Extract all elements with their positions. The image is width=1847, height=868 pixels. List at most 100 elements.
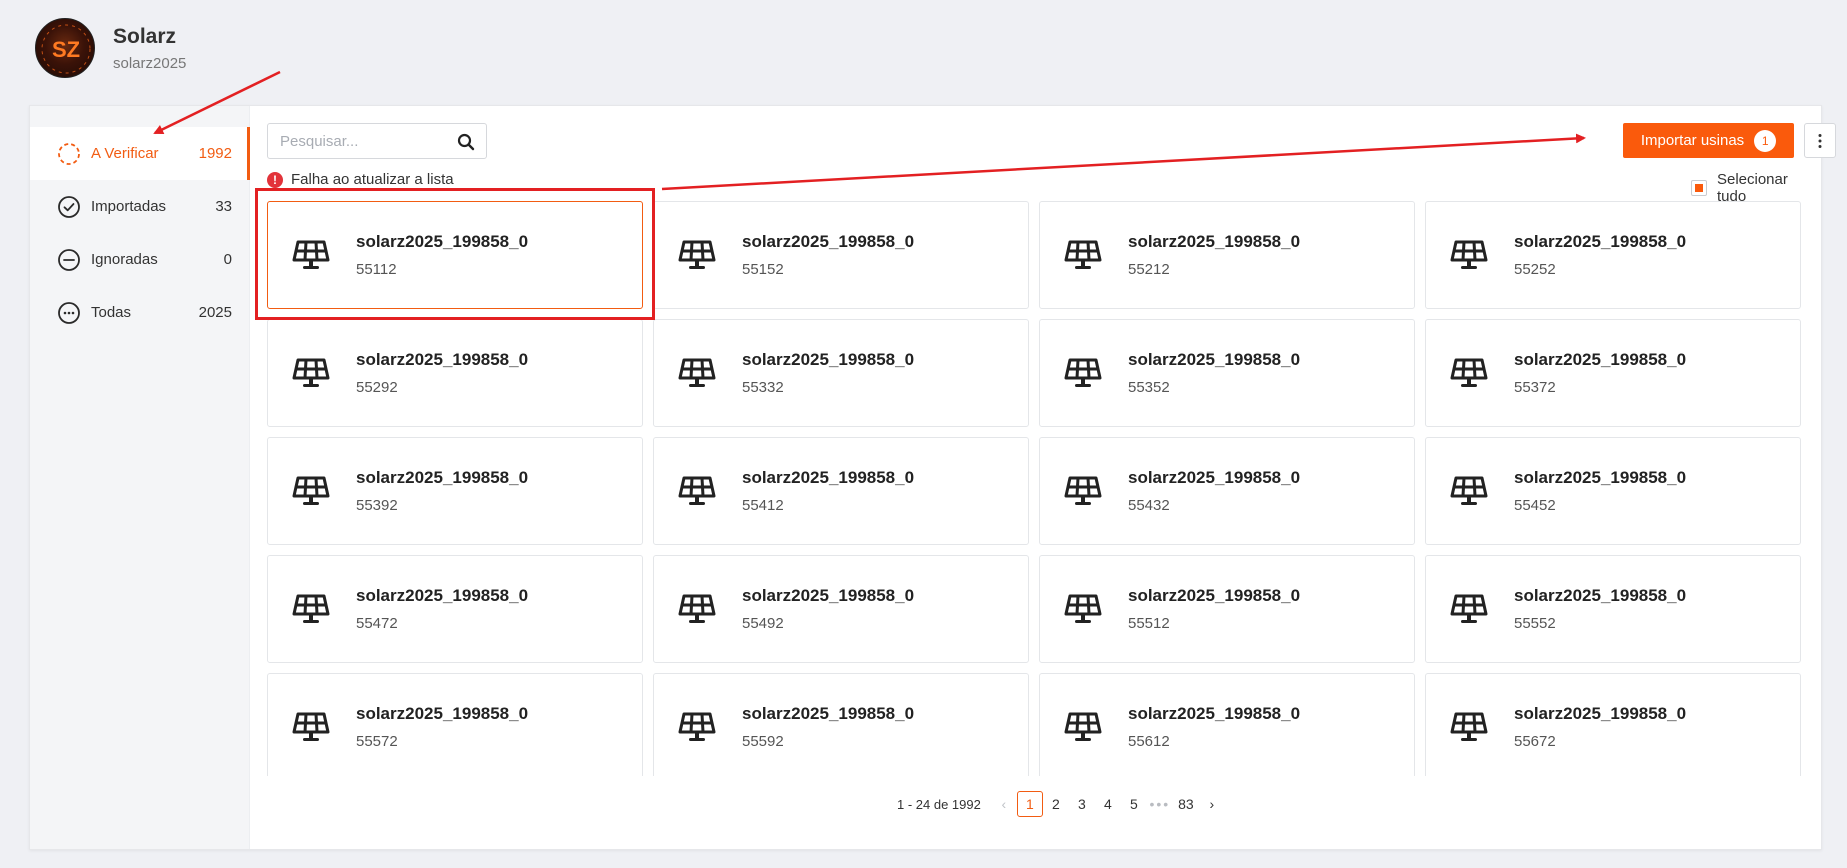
sidebar-item-count: 1992 — [198, 145, 232, 162]
solar-panel-icon — [292, 710, 330, 744]
pagination-ellipsis[interactable]: ••• — [1147, 791, 1173, 817]
vertical-dots-icon — [1818, 133, 1822, 148]
plants-grid: solarz2025_199858_0 55112 solarz2025_19985… — [267, 201, 1837, 776]
plant-id: 55292 — [356, 379, 398, 396]
pagination-total: 1 - 24 de 1992 — [897, 796, 981, 812]
error-text: Falha ao atualizar a lista — [291, 171, 454, 188]
plant-info: solarz2025_199858_0 55612 — [1128, 704, 1300, 750]
page-button-3[interactable]: 3 — [1069, 791, 1095, 817]
solar-panel-icon — [1450, 238, 1488, 272]
username: solarz2025 — [113, 54, 187, 72]
dots-circle-icon — [57, 301, 81, 325]
check-circle-icon — [57, 195, 81, 219]
plant-card[interactable]: solarz2025_199858_0 55372 — [1425, 319, 1801, 427]
plant-info: solarz2025_199858_0 55252 — [1514, 232, 1686, 278]
page-button-2[interactable]: 2 — [1043, 791, 1069, 817]
plant-card[interactable]: solarz2025_199858_0 55292 — [267, 319, 643, 427]
solar-panel-icon — [292, 356, 330, 390]
plant-info: solarz2025_199858_0 55492 — [742, 586, 914, 632]
brand-logo: SZ — [35, 18, 95, 78]
plant-card[interactable]: solarz2025_199858_0 55412 — [653, 437, 1029, 545]
plant-name: solarz2025_199858_0 — [1128, 350, 1301, 369]
plant-id: 55252 — [1514, 261, 1556, 278]
plant-id: 55212 — [1128, 261, 1170, 278]
next-page-button[interactable]: › — [1199, 791, 1225, 817]
pagination: 1 - 24 de 1992 ‹ 1 2 3 4 5 ••• 83 › — [897, 791, 1225, 817]
sidebar-item-todas[interactable]: Todas 2025 — [30, 286, 249, 339]
sidebar-item-importadas[interactable]: Importadas 33 — [30, 180, 249, 233]
import-plants-button[interactable]: Importar usinas 1 — [1623, 123, 1794, 158]
plant-info: solarz2025_199858_0 55372 — [1514, 350, 1686, 396]
plant-card[interactable]: solarz2025_199858_0 55252 — [1425, 201, 1801, 309]
solar-panel-icon — [678, 592, 716, 626]
solar-panel-icon — [1450, 592, 1488, 626]
plant-card[interactable]: solarz2025_199858_0 55592 — [653, 673, 1029, 776]
plant-info: solarz2025_199858_0 55292 — [356, 350, 528, 396]
search-icon[interactable] — [456, 132, 476, 152]
plant-name: solarz2025_199858_0 — [1514, 586, 1687, 605]
plant-card[interactable]: solarz2025_199858_0 55672 — [1425, 673, 1801, 776]
plant-name: solarz2025_199858_0 — [1514, 350, 1687, 369]
plant-info: solarz2025_199858_0 55552 — [1514, 586, 1686, 632]
plant-info: solarz2025_199858_0 55452 — [1514, 468, 1686, 514]
plant-info: solarz2025_199858_0 55392 — [356, 468, 528, 514]
plant-name: solarz2025_199858_0 — [1128, 704, 1301, 723]
plant-name: solarz2025_199858_0 — [742, 232, 915, 251]
page-button-4[interactable]: 4 — [1095, 791, 1121, 817]
plant-name: solarz2025_199858_0 — [1514, 704, 1687, 723]
more-options-button[interactable] — [1804, 123, 1836, 158]
solar-panel-icon — [1450, 356, 1488, 390]
plant-id: 55472 — [356, 615, 398, 632]
plant-id: 55432 — [1128, 497, 1170, 514]
brand-name: Solarz — [113, 24, 177, 48]
select-all-checkbox[interactable]: Selecionar tudo — [1691, 171, 1821, 205]
plant-card[interactable]: solarz2025_199858_0 55432 — [1039, 437, 1415, 545]
app-header: SZ Solarz solarz2025 — [35, 16, 186, 80]
plant-card[interactable]: solarz2025_199858_0 55552 — [1425, 555, 1801, 663]
solar-panel-icon — [1450, 474, 1488, 508]
plant-card[interactable]: solarz2025_199858_0 55452 — [1425, 437, 1801, 545]
plant-name: solarz2025_199858_0 — [1514, 468, 1687, 487]
plant-id: 55552 — [1514, 615, 1556, 632]
search-input[interactable] — [268, 132, 438, 150]
sidebar-item-label: Ignoradas — [91, 251, 158, 268]
solar-panel-icon — [1064, 592, 1102, 626]
plant-name: solarz2025_199858_0 — [356, 468, 529, 487]
plant-id: 55612 — [1128, 733, 1170, 750]
plant-name: solarz2025_199858_0 — [1514, 232, 1687, 251]
plant-card[interactable]: solarz2025_199858_0 55472 — [267, 555, 643, 663]
plant-info: solarz2025_199858_0 55672 — [1514, 704, 1686, 750]
plant-card[interactable]: solarz2025_199858_0 55332 — [653, 319, 1029, 427]
plant-info: solarz2025_199858_0 55572 — [356, 704, 528, 750]
solar-panel-icon — [292, 238, 330, 272]
dashed-circle-icon — [57, 142, 81, 166]
solar-panel-icon — [678, 710, 716, 744]
plant-info: solarz2025_199858_0 55112 — [356, 232, 528, 278]
plant-card[interactable]: solarz2025_199858_0 55212 — [1039, 201, 1415, 309]
plant-card[interactable]: solarz2025_199858_0 55392 — [267, 437, 643, 545]
sidebar-item-a-verificar[interactable]: A Verificar 1992 — [30, 127, 250, 180]
plant-id: 55512 — [1128, 615, 1170, 632]
plant-name: solarz2025_199858_0 — [1128, 232, 1301, 251]
plant-card[interactable]: solarz2025_199858_0 55352 — [1039, 319, 1415, 427]
plant-info: solarz2025_199858_0 55592 — [742, 704, 914, 750]
plant-id: 55592 — [742, 733, 784, 750]
plant-name: solarz2025_199858_0 — [742, 586, 915, 605]
sidebar-item-label: Todas — [91, 304, 132, 321]
page-button-5[interactable]: 5 — [1121, 791, 1147, 817]
page-button-1[interactable]: 1 — [1016, 791, 1043, 817]
plant-card[interactable]: solarz2025_199858_0 55152 — [653, 201, 1029, 309]
sidebar-item-ignoradas[interactable]: Ignoradas 0 — [30, 233, 249, 286]
sidebar-item-label: Importadas — [91, 198, 167, 215]
plant-card[interactable]: solarz2025_199858_0 55112 — [267, 201, 643, 309]
plant-card[interactable]: solarz2025_199858_0 55572 — [267, 673, 643, 776]
prev-page-button[interactable]: ‹ — [991, 791, 1017, 817]
sidebar-item-count: 2025 — [198, 304, 232, 321]
import-count-badge: 1 — [1754, 129, 1777, 152]
plant-card[interactable]: solarz2025_199858_0 55492 — [653, 555, 1029, 663]
plant-card[interactable]: solarz2025_199858_0 55512 — [1039, 555, 1415, 663]
plant-card[interactable]: solarz2025_199858_0 55612 — [1039, 673, 1415, 776]
plant-id: 55392 — [356, 497, 398, 514]
page-button-last[interactable]: 83 — [1173, 791, 1199, 817]
plant-name: solarz2025_199858_0 — [356, 350, 529, 369]
